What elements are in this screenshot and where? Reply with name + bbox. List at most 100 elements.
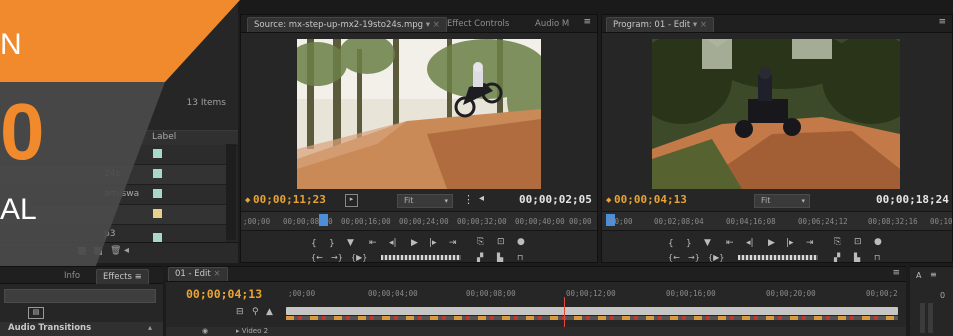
- snap-icon[interactable]: ⊟: [236, 307, 244, 317]
- program-monitor: Program: 01 - Edit ▾ × ≡ ◆ 00;00;04;13 F…: [601, 14, 953, 263]
- lift-icon[interactable]: ▙: [497, 253, 503, 262]
- step-back-icon[interactable]: ◂|: [389, 238, 397, 248]
- banner-text-top: N: [0, 28, 22, 61]
- scroll-up-icon[interactable]: ▴: [148, 323, 152, 332]
- tab-source[interactable]: Source: mx-step-up-mx2-19sto24s.mpg ▾ ×: [247, 17, 447, 32]
- mark-in-icon[interactable]: {: [311, 239, 317, 249]
- render-bar: [286, 316, 898, 320]
- panel-menu-icon[interactable]: ≡: [930, 270, 937, 279]
- mark-out-icon[interactable]: }: [329, 239, 335, 249]
- mark-in-icon[interactable]: {: [668, 239, 674, 249]
- tab-audio-meters[interactable]: A: [916, 271, 921, 280]
- project-scrollbar[interactable]: [226, 144, 236, 240]
- banner-number: 0: [0, 87, 45, 176]
- label-swatch: [153, 233, 162, 242]
- source-transport-controls: { } ▼ ⇤ ◂| ▶ |▸ ⇥ ⎘ ⊡ ● {← →} {▶} ▞ ▙ ⊓: [241, 233, 597, 262]
- jog-back-icon[interactable]: {←: [668, 253, 680, 262]
- marker-icon[interactable]: ▸: [345, 194, 358, 207]
- program-timecode-row: ◆ 00;00;04;13 Fit ▾ 00;00;18;24: [602, 193, 952, 209]
- dropdown-icon[interactable]: ⋮: [463, 193, 474, 206]
- timeline-panel: 01 - Edit × ≡ 00;00;04;13 ⊟ ⚲ ▲ ;00;00 0…: [166, 266, 906, 336]
- step-forward-icon[interactable]: |▸: [429, 238, 437, 248]
- trim-icon[interactable]: ⊓: [517, 253, 523, 262]
- play-icon[interactable]: ▶: [768, 238, 775, 248]
- source-time-ruler[interactable]: ;00;00 00;00;08;00 00;00;16;00 00;00;24;…: [241, 211, 597, 231]
- effects-tab-bar: Info Effects ≡: [0, 267, 163, 284]
- step-back-icon[interactable]: ◂|: [746, 238, 754, 248]
- export-frame-icon[interactable]: ▞: [834, 253, 840, 262]
- go-to-out-icon[interactable]: ⇥: [449, 238, 457, 248]
- meter-scale-label: 0: [940, 291, 946, 300]
- timeline-tab-bar: 01 - Edit × ≡: [166, 267, 906, 282]
- banner-text-bottom: AL: [0, 193, 37, 226]
- trash-icon[interactable]: 🗑: [110, 246, 121, 256]
- label-column-header[interactable]: Label: [152, 132, 176, 142]
- scroll-left-icon[interactable]: ◂: [124, 245, 129, 256]
- label-swatch: [153, 149, 162, 158]
- go-to-in-icon[interactable]: ⇤: [369, 238, 377, 248]
- new-bin-icon[interactable]: [78, 247, 86, 255]
- timeline-current-timecode[interactable]: 00;00;04;13: [186, 287, 262, 301]
- step-forward-icon[interactable]: |▸: [786, 238, 794, 248]
- video-track-label: ▸ Video 2: [236, 327, 269, 335]
- program-video-frame: [652, 39, 900, 189]
- overwrite-icon[interactable]: ⊡: [497, 237, 505, 247]
- work-area-bar[interactable]: [286, 307, 898, 315]
- jog-back-icon[interactable]: {←: [311, 253, 323, 262]
- program-duration-timecode: 00;00;18;24: [876, 193, 949, 206]
- insert-icon[interactable]: ⎘: [477, 237, 484, 247]
- program-tab-bar: Program: 01 - Edit ▾ × ≡: [602, 15, 952, 33]
- top-strip: [238, 0, 953, 14]
- program-time-ruler[interactable]: 00;00 00;02;08;04 00;04;16;08 00;06;24;1…: [602, 211, 953, 231]
- program-transport-controls: { } ▼ ⇤ ◂| ▶ |▸ ⇥ ⎘ ⊡ ● {← →} {▶} ▞ ▙ ⊓: [602, 233, 952, 262]
- extract-icon[interactable]: ⊡: [854, 237, 862, 247]
- source-playhead[interactable]: [319, 214, 328, 226]
- add-marker-icon[interactable]: ▼: [704, 238, 711, 248]
- tab-sequence[interactable]: 01 - Edit ×: [168, 267, 228, 281]
- play-in-out-icon[interactable]: {▶}: [708, 253, 724, 262]
- output-icon[interactable]: ⊓: [874, 253, 880, 262]
- source-zoom-select[interactable]: Fit ▾: [397, 194, 453, 208]
- play-icon[interactable]: ▶: [411, 238, 418, 248]
- jog-shuttle[interactable]: [381, 255, 461, 260]
- effects-search-input[interactable]: [4, 289, 156, 303]
- camera-icon[interactable]: ●: [874, 237, 882, 247]
- panel-menu-icon[interactable]: ≡: [938, 17, 946, 27]
- marker-icon[interactable]: ⚲: [252, 307, 259, 317]
- lift-icon[interactable]: ⎘: [834, 237, 841, 247]
- project-bottom-bar: 🗑 ◂: [0, 242, 238, 263]
- preset-bin-icon[interactable]: ▤: [28, 307, 44, 319]
- safe-margins-icon[interactable]: ▙: [854, 253, 860, 262]
- playhead-marker-icon: ◆: [606, 196, 612, 204]
- label-swatch: [153, 189, 162, 198]
- program-zoom-select[interactable]: Fit ▾: [754, 194, 810, 208]
- effects-category-row[interactable]: Audio Transitions ▴: [0, 322, 163, 336]
- jog-forward-icon[interactable]: →}: [688, 253, 700, 262]
- panel-menu-icon[interactable]: ≡: [892, 268, 900, 278]
- jog-forward-icon[interactable]: →}: [331, 253, 343, 262]
- source-tab-bar: Source: mx-step-up-mx2-19sto24s.mpg ▾ × …: [241, 15, 597, 33]
- play-in-out-icon[interactable]: {▶}: [351, 253, 367, 262]
- source-current-timecode[interactable]: 00;00;11;23: [253, 193, 326, 206]
- camera-icon[interactable]: ●: [517, 237, 525, 247]
- add-marker-icon[interactable]: ▼: [347, 238, 354, 248]
- tab-effect-controls[interactable]: Effect Controls: [441, 17, 515, 31]
- tab-effects[interactable]: Effects ≡: [96, 269, 149, 284]
- go-to-out-icon[interactable]: ⇥: [806, 238, 814, 248]
- new-item-icon[interactable]: [94, 247, 102, 255]
- tab-program[interactable]: Program: 01 - Edit ▾ ×: [606, 17, 714, 32]
- tab-info[interactable]: Info: [58, 269, 86, 283]
- eye-icon[interactable]: ◉: [202, 327, 208, 335]
- tab-audio-mixer[interactable]: Audio M: [529, 17, 575, 31]
- label-swatch: [153, 169, 162, 178]
- mark-out-icon[interactable]: }: [686, 239, 692, 249]
- export-frame-icon[interactable]: ▞: [477, 253, 483, 262]
- go-to-in-icon[interactable]: ⇤: [726, 238, 734, 248]
- link-icon[interactable]: ▲: [266, 307, 273, 317]
- panel-menu-icon[interactable]: ≡: [583, 17, 591, 27]
- jog-shuttle[interactable]: [738, 255, 818, 260]
- effects-panel: Info Effects ≡ ▤ Audio Transitions ▴: [0, 266, 163, 336]
- settings-icon[interactable]: ◂: [479, 193, 484, 204]
- meter-left: [920, 303, 925, 333]
- program-current-timecode[interactable]: 00;00;04;13: [614, 193, 687, 206]
